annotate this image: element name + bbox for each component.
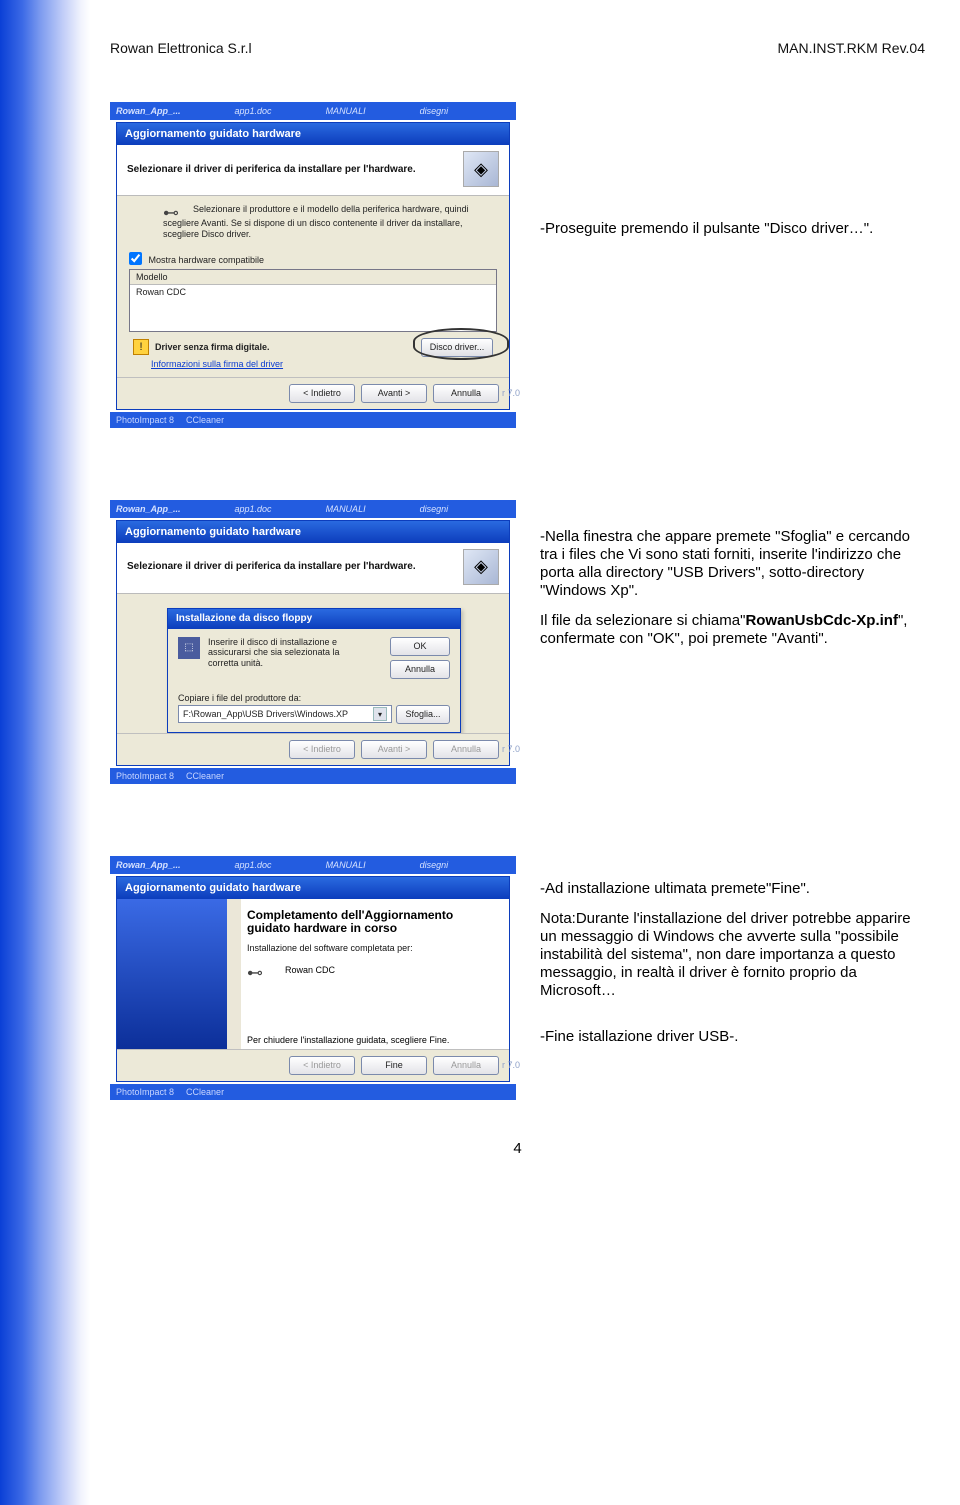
wizard-titlebar: Aggiornamento guidato hardware [117, 521, 509, 543]
path-combo[interactable]: F:\Rowan_App\USB Drivers\Windows.XP ▾ [178, 705, 392, 723]
list-item[interactable]: Rowan CDC [130, 285, 496, 331]
wizard-top-label: Selezionare il driver di periferica da i… [127, 561, 416, 572]
list-header: Modello [130, 270, 496, 285]
taskbar-item: MANUALI [326, 504, 366, 514]
wizard-side-graphic [117, 899, 227, 1049]
usb-icon [247, 963, 265, 977]
sfoglia-button[interactable]: Sfoglia... [396, 705, 450, 724]
side-note-3c: -Fine istallazione driver USB-. [540, 1028, 925, 1046]
taskbar-item: disegni [420, 106, 449, 116]
taskbar-item: Rowan_App_... [116, 106, 181, 116]
finish-close-text: Per chiudere l'installazione guidata, sc… [247, 1035, 499, 1045]
checkbox-compatible[interactable] [129, 252, 142, 265]
indietro-button[interactable]: < Indietro [289, 384, 355, 403]
hardware-icon: ◈ [463, 151, 499, 187]
annulla-button[interactable]: Annulla [390, 660, 450, 679]
avanti-button[interactable]: Avanti > [361, 384, 427, 403]
taskbar-item: disegni [420, 504, 449, 514]
screenshot-1: Rowan_App_... app1.doc MANUALI disegni A… [110, 102, 516, 428]
disco-driver-button[interactable]: Disco driver... [421, 338, 493, 357]
taskbar-item: MANUALI [326, 860, 366, 870]
warning-icon: ! [133, 339, 149, 355]
taskbar-item: disegni [420, 860, 449, 870]
wizard-top-label: Selezionare il driver di periferica da i… [127, 164, 416, 175]
taskbar-item: app1.doc [235, 504, 272, 514]
header-doc-id: MAN.INST.RKM Rev.04 [777, 40, 925, 56]
taskbar-item: Rowan_App_... [116, 504, 181, 514]
annulla-button[interactable]: Annulla [433, 384, 499, 403]
disk-icon: ⬚ [178, 637, 200, 659]
checkbox-label: Mostra hardware compatibile [149, 255, 265, 265]
signature-link[interactable]: Informazioni sulla firma del driver [129, 359, 497, 369]
finish-subtitle: Installazione del software completata pe… [247, 943, 499, 953]
annulla-button[interactable]: Annulla [433, 740, 499, 759]
taskbar-item: MANUALI [326, 106, 366, 116]
indietro-button[interactable]: < Indietro [289, 740, 355, 759]
wizard-titlebar: Aggiornamento guidato hardware [117, 877, 509, 899]
page-left-gradient [0, 0, 90, 1505]
wizard-instruction: Selezionare il produttore e il modello d… [163, 204, 469, 239]
side-note-2a: -Nella finestra che appare premete "Sfog… [540, 528, 925, 600]
hardware-icon: ◈ [463, 549, 499, 585]
footstrip-item: CCleaner [186, 1087, 224, 1097]
annulla-button[interactable]: Annulla [433, 1056, 499, 1075]
header-company: Rowan Elettronica S.r.l [110, 40, 252, 56]
taskbar-item: app1.doc [235, 106, 272, 116]
side-note-3a: -Ad installazione ultimata premete"Fine"… [540, 880, 925, 898]
footstrip-item: PhotoImpact 8 [116, 771, 174, 781]
side-note-3b: Nota:Durante l'installazione del driver … [540, 910, 925, 1000]
indietro-button[interactable]: < Indietro [289, 1056, 355, 1075]
copy-label: Copiare i file del produttore da: [178, 693, 450, 703]
version-tag: r 7.0 [502, 1060, 520, 1070]
wizard-titlebar: Aggiornamento guidato hardware [117, 123, 509, 145]
device-name: Rowan CDC [285, 965, 335, 975]
ok-button[interactable]: OK [390, 637, 450, 656]
version-tag: r 7.0 [502, 744, 520, 754]
usb-icon [163, 204, 181, 218]
screenshot-3: Rowan_App_... app1.doc MANUALI disegni A… [110, 856, 516, 1100]
footstrip-item: PhotoImpact 8 [116, 1087, 174, 1097]
side-note-2b: Il file da selezionare si chiama"RowanUs… [540, 612, 925, 648]
floppy-title: Installazione da disco floppy [168, 609, 460, 629]
taskbar-item: Rowan_App_... [116, 860, 181, 870]
path-value: F:\Rowan_App\USB Drivers\Windows.XP [183, 709, 348, 719]
page-number: 4 [110, 1140, 925, 1157]
screenshot-2: Rowan_App_... app1.doc MANUALI disegni A… [110, 500, 516, 784]
floppy-text: Inserire il disco di installazione e ass… [208, 637, 358, 669]
footstrip-item: CCleaner [186, 415, 224, 425]
chevron-down-icon[interactable]: ▾ [373, 707, 387, 721]
fine-button[interactable]: Fine [361, 1056, 427, 1075]
taskbar-item: app1.doc [235, 860, 272, 870]
footstrip-item: CCleaner [186, 771, 224, 781]
avanti-button[interactable]: Avanti > [361, 740, 427, 759]
warn-text: Driver senza firma digitale. [155, 342, 270, 352]
footstrip-item: PhotoImpact 8 [116, 415, 174, 425]
side-note-1: -Proseguite premendo il pulsante "Disco … [540, 220, 925, 238]
finish-title: Completamento dell'Aggiornamento guidato… [247, 909, 499, 935]
version-tag: r 7.0 [502, 388, 520, 398]
